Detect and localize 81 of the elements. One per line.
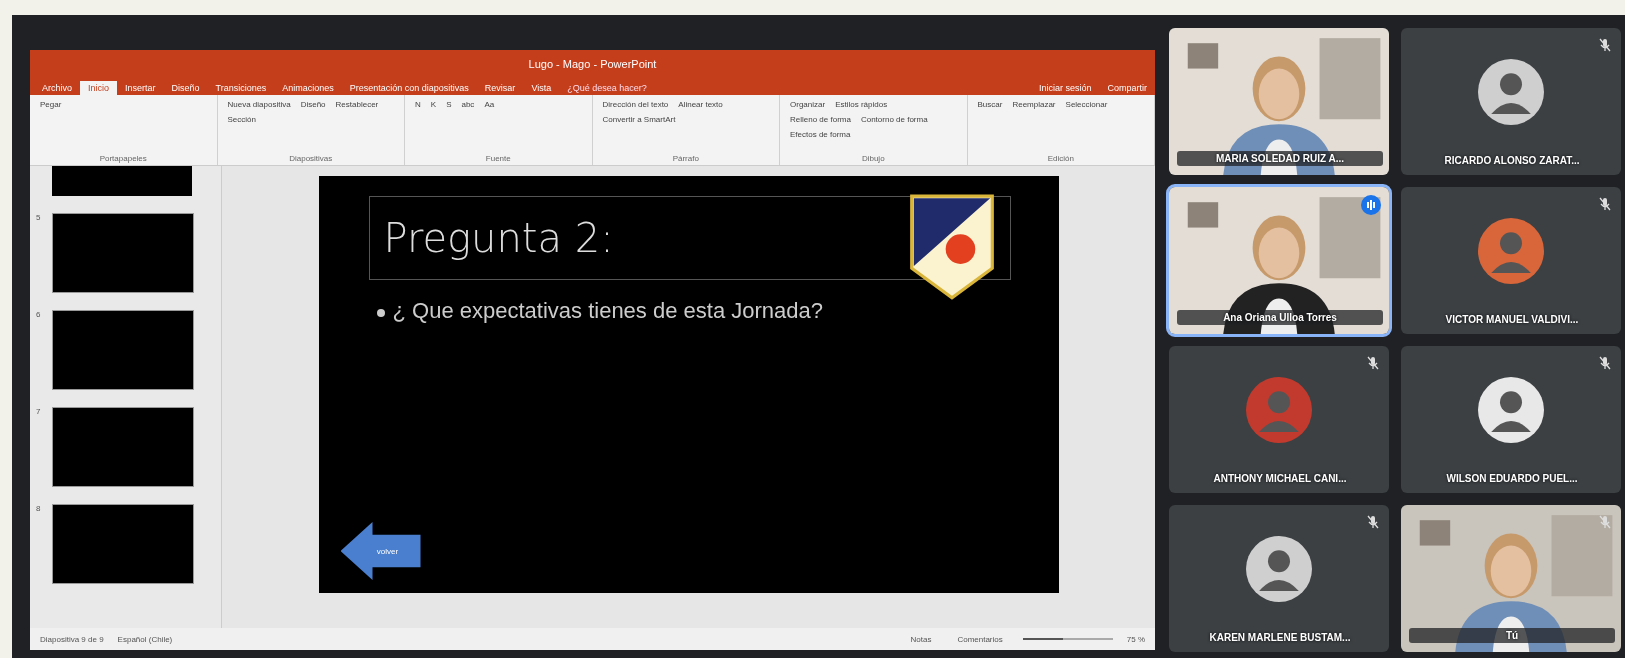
participant-tile[interactable]: ANTHONY MICHAEL CANI...	[1169, 346, 1389, 493]
group-label: Portapapeles	[98, 154, 148, 163]
avatar-icon	[1246, 535, 1312, 602]
speaking-icon	[1361, 195, 1381, 215]
participant-name: ANTHONY MICHAEL CANI...	[1212, 473, 1348, 484]
ribbon-tab[interactable]: Presentación con diapositivas	[341, 81, 477, 95]
ribbon-tab[interactable]: Transiciones	[207, 81, 275, 95]
bullet-text: ¿ Que expectativas tienes de esta Jornada?	[392, 298, 823, 324]
ribbon-tab[interactable]: Diseño	[163, 81, 208, 95]
ribbon-button[interactable]: Relleno de forma	[788, 113, 853, 126]
slide-thumbnail[interactable]	[52, 504, 194, 584]
group-label: Fuente	[484, 154, 512, 163]
participant-name: WILSON EDUARDO PUEL...	[1445, 473, 1579, 484]
participant-name: MARIA SOLEDAD RUIZ A...	[1177, 151, 1383, 166]
participant-name: VICTOR MANUEL VALDIVI...	[1444, 314, 1580, 325]
slide-number: 5	[36, 213, 42, 224]
ribbon-button[interactable]: Organizar	[788, 98, 828, 111]
share-button[interactable]: Compartir	[1099, 81, 1155, 95]
comments-button[interactable]: Comentarios	[951, 633, 1009, 645]
ribbon-button[interactable]: Alinear texto	[676, 98, 725, 111]
ribbon-tab[interactable]: Archivo	[34, 81, 80, 95]
avatar-icon	[1478, 217, 1544, 284]
participant-tile[interactable]: RICARDO ALONSO ZARAT...	[1401, 28, 1621, 175]
notes-button[interactable]: Notas	[904, 633, 938, 645]
slide-number: 8	[36, 504, 42, 515]
participant-tile[interactable]: WILSON EDUARDO PUEL...	[1401, 346, 1621, 493]
participant-tile[interactable]: VICTOR MANUEL VALDIVI...	[1401, 187, 1621, 334]
ribbon-tab[interactable]: Insertar	[117, 81, 164, 95]
participant-name: KAREN MARLENE BUSTAM...	[1208, 632, 1352, 643]
avatar-icon	[1478, 58, 1544, 125]
participant-tile[interactable]: Ana Oriana Ulloa Torres	[1169, 187, 1389, 334]
slide-thumbnail[interactable]	[52, 213, 194, 293]
ribbon-button[interactable]: Aa	[482, 98, 497, 111]
participant-tile[interactable]: Tú	[1401, 505, 1621, 652]
ribbon-tab[interactable]: Revisar	[476, 81, 524, 95]
slide-count: Diapositiva 9 de 9	[40, 634, 104, 644]
participant-tile[interactable]: KAREN MARLENE BUSTAM...	[1169, 505, 1389, 652]
ribbon-button[interactable]: Restablecer	[333, 98, 381, 111]
ribbon-button[interactable]: abc	[459, 98, 477, 111]
crest-icon	[908, 194, 995, 300]
slide-thumbnail[interactable]	[52, 166, 192, 196]
ribbon-button[interactable]: Efectos de forma	[788, 128, 853, 141]
participant-name: Ana Oriana Ulloa Torres	[1177, 310, 1383, 325]
ribbon-tab[interactable]: Vista	[523, 81, 560, 95]
ribbon-button[interactable]: K	[428, 98, 439, 111]
ribbon-button[interactable]: Diseño	[298, 98, 328, 111]
slide-number: 6	[36, 310, 42, 321]
participant-tile[interactable]: MARIA SOLEDAD RUIZ A...	[1169, 28, 1389, 175]
avatar-icon	[1246, 376, 1312, 443]
ribbon-tab[interactable]: Animaciones	[274, 81, 342, 95]
group-label: Edición	[1046, 154, 1075, 163]
group-label: Párrafo	[671, 154, 700, 163]
ribbon-button[interactable]: Dirección del texto	[600, 98, 671, 111]
back-arrow-button[interactable]: volver	[340, 522, 421, 580]
participant-name: Tú	[1409, 628, 1615, 643]
ribbon-button[interactable]: S	[444, 98, 454, 111]
ribbon-button[interactable]: N	[413, 98, 423, 111]
group-label: Dibujo	[860, 154, 886, 163]
slide-thumbnail[interactable]	[52, 407, 194, 487]
ribbon-button[interactable]: Nueva diapositiva	[225, 98, 293, 111]
ribbon-tab[interactable]: Inicio	[80, 81, 118, 95]
ribbon-button[interactable]: Convertir a SmartArt	[600, 113, 678, 126]
sign-in-link[interactable]: Iniciar sesión	[1030, 81, 1100, 95]
language-label: Español (Chile)	[117, 634, 173, 644]
ribbon-button[interactable]: Reemplazar	[1010, 98, 1058, 111]
slide-thumbnail[interactable]	[52, 310, 194, 390]
window-title: Lugo - Mago - PowerPoint	[528, 57, 657, 70]
ribbon-button[interactable]: Seleccionar	[1063, 98, 1110, 111]
avatar-icon	[1478, 376, 1544, 443]
ribbon-button[interactable]: Sección	[225, 113, 258, 126]
ribbon-button[interactable]: Contorno de forma	[858, 113, 930, 126]
ribbon-button[interactable]: Pegar	[38, 98, 64, 111]
ribbon-button[interactable]: Estilos rápidos	[833, 98, 890, 111]
bullet-icon	[376, 309, 385, 317]
slide-number: 7	[36, 407, 42, 418]
zoom-level: 75 %	[1126, 634, 1145, 644]
participant-name: RICARDO ALONSO ZARAT...	[1443, 155, 1581, 166]
group-label: Diapositivas	[288, 154, 334, 163]
tell-me-field[interactable]: ¿Qué desea hacer?	[559, 81, 655, 95]
ribbon-button[interactable]: Buscar	[975, 98, 1005, 111]
slide-title: Pregunta 2:	[382, 215, 614, 261]
